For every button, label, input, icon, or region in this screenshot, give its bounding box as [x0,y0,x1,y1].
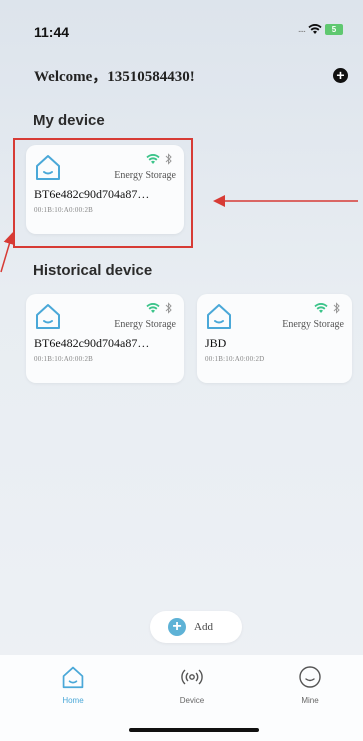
tab-home[interactable]: Home [43,665,103,705]
tab-mine-label: Mine [301,696,319,705]
smile-icon [299,666,321,688]
tab-device[interactable]: Device [162,665,222,705]
tab-mine[interactable]: Mine [280,665,340,705]
home-icon [62,666,84,689]
screen: 11:44 .... 5 Welcome，13510584430! + My d… [0,0,363,741]
device-icon [181,669,203,685]
add-button[interactable]: + Add [150,611,242,643]
add-label: Add [194,621,213,633]
home-indicator [129,728,259,732]
arrow-left [0,232,16,273]
tab-home-label: Home [62,696,84,705]
plus-icon: + [168,618,186,636]
tab-device-label: Device [179,696,205,705]
